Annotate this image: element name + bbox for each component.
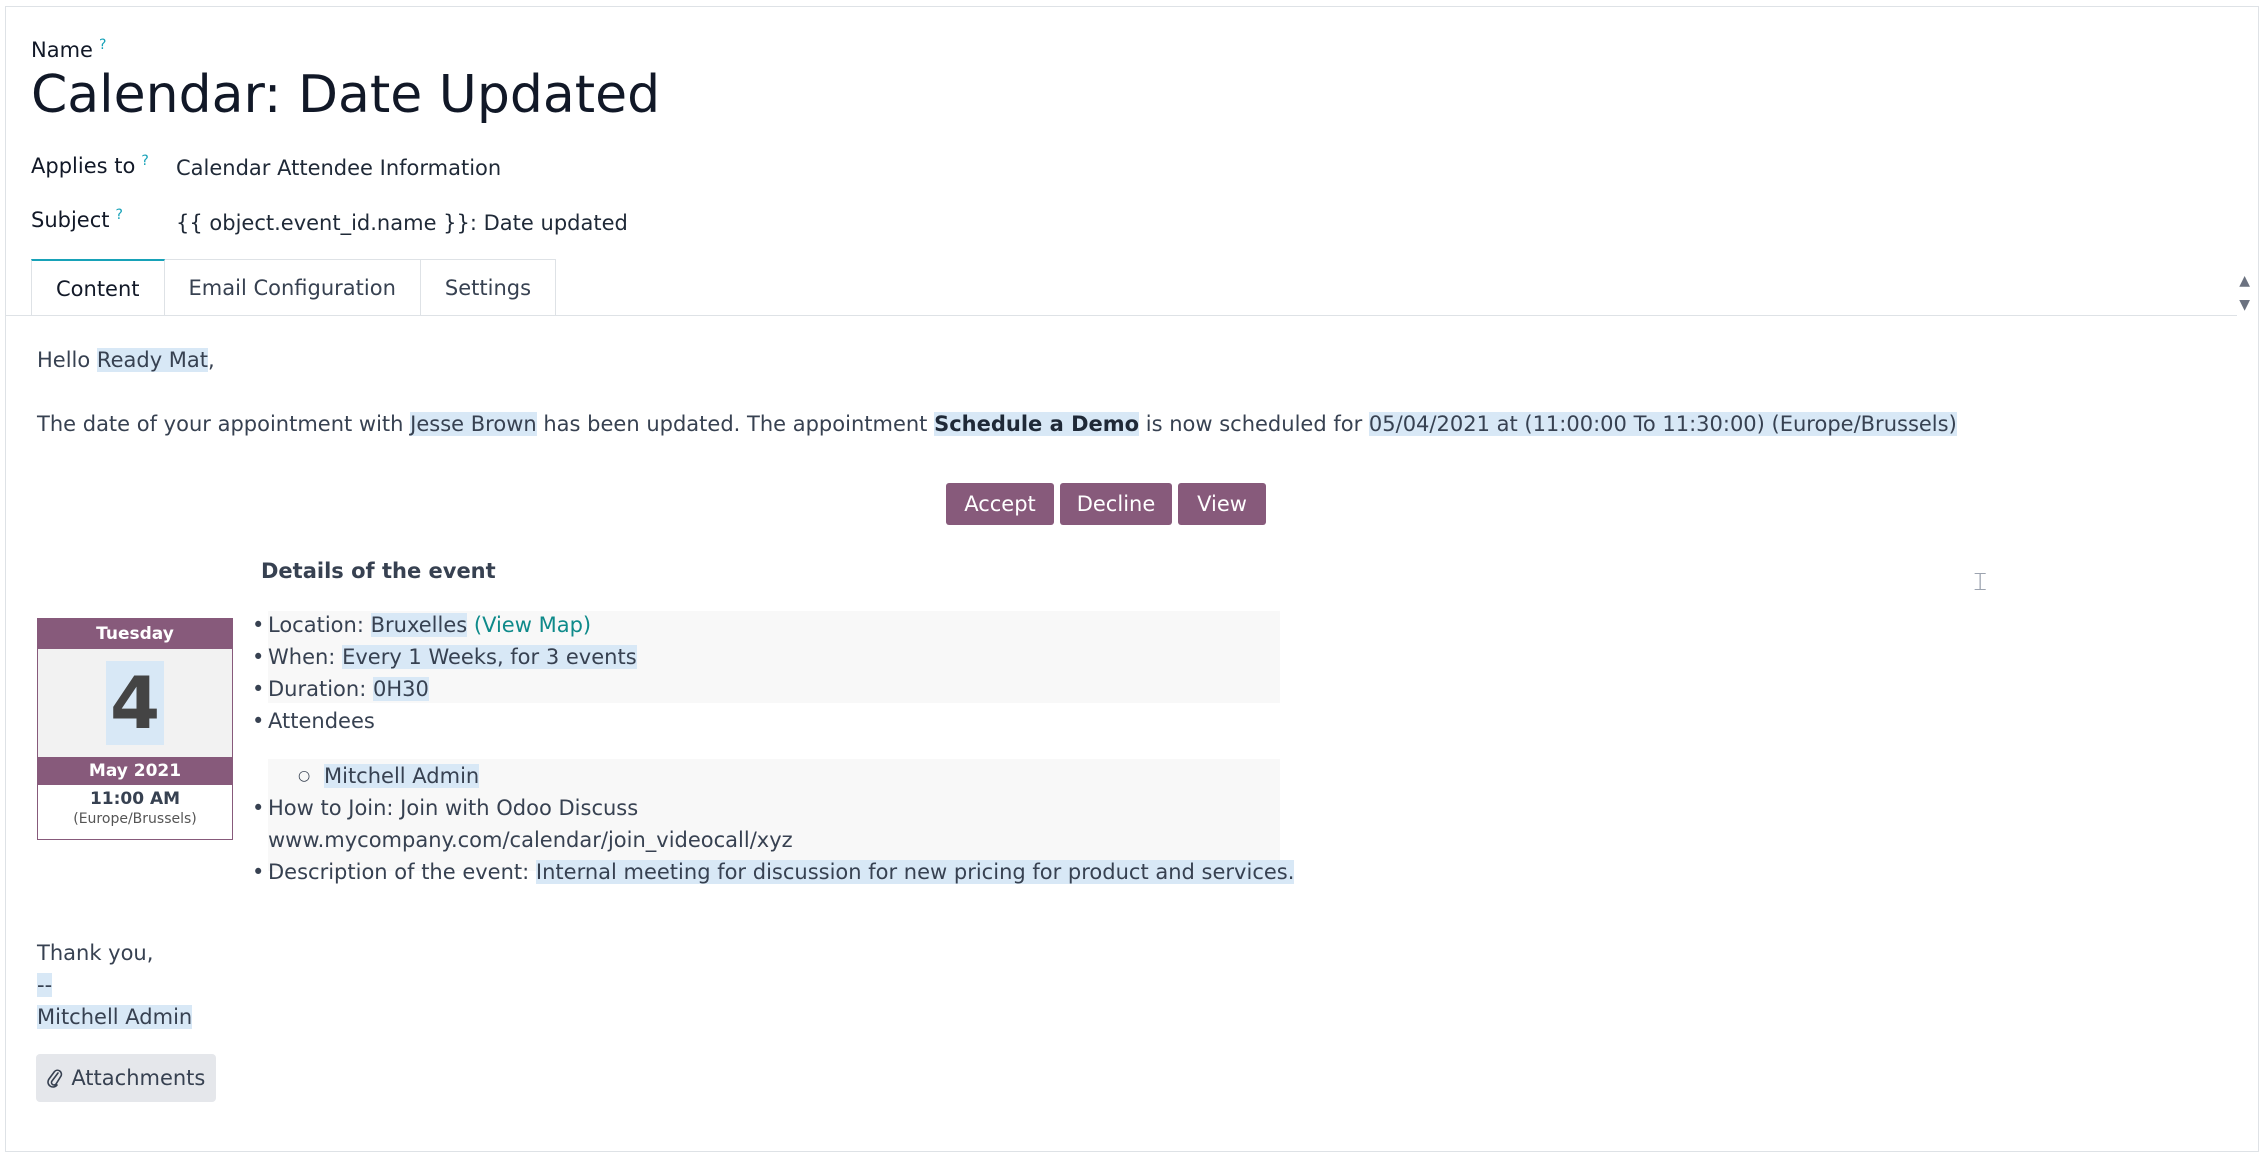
appointment-placeholder: Schedule a Demo [934, 412, 1140, 436]
calendar-timezone: (Europe/Brussels) [73, 811, 197, 827]
attendee-item: ○ Mitchell Admin [298, 764, 480, 788]
help-icon[interactable]: ? [99, 37, 106, 53]
editor-scrollbar[interactable]: ▲ ▼ [2239, 269, 2250, 317]
list-item-attendees: • Attendees [252, 709, 375, 733]
list-item-location: • Location: Bruxelles (View Map) [252, 613, 592, 637]
tab-email-configuration[interactable]: Email Configuration [164, 259, 421, 315]
list-item-join: • How to Join: Join with Odoo Discuss [252, 796, 639, 820]
list-item-when: • When: Every 1 Weeks, for 3 events [252, 645, 637, 669]
accept-button[interactable]: Accept [946, 483, 1054, 525]
calendar-weekday: Tuesday [38, 619, 232, 649]
name-label: Name? [31, 37, 107, 62]
join-videocall-link[interactable]: www.mycompany.com/calendar/join_videocal… [268, 828, 793, 852]
help-icon[interactable]: ? [116, 207, 123, 223]
organizer-placeholder: Jesse Brown [410, 412, 537, 436]
list-item-duration: • Duration: 0H30 [252, 677, 429, 701]
subject-value[interactable]: {{ object.event_id.name }}: Date updated [176, 211, 628, 235]
schedule-placeholder: 05/04/2021 at (11:00:00 To 11:30:00) (Eu… [1368, 412, 1957, 436]
details-heading: Details of the event [261, 559, 496, 583]
signature: Mitchell Admin [37, 1005, 193, 1029]
applies-value[interactable]: Calendar Attendee Information [176, 156, 501, 180]
tab-divider [6, 315, 2237, 316]
applies-label: Applies to? [31, 153, 149, 178]
view-map-link[interactable]: (View Map) [474, 613, 591, 637]
template-name[interactable]: Calendar: Date Updated [31, 65, 660, 125]
view-button[interactable]: View [1178, 483, 1266, 525]
calendar-day: 4 [38, 649, 232, 757]
closing-text[interactable]: Thank you, [37, 941, 153, 965]
greeting[interactable]: Hello Ready Mat, [37, 348, 215, 372]
calendar-month-year: May 2021 [38, 757, 232, 785]
help-icon[interactable]: ? [141, 153, 148, 169]
paperclip-icon [46, 1069, 62, 1088]
tab-bar: Content Email Configuration Settings [31, 259, 557, 315]
signature-separator: -- [37, 973, 53, 997]
subject-label: Subject? [31, 207, 123, 232]
text-cursor-icon: 𝙸 [1971, 567, 1990, 597]
attachments-button[interactable]: Attachments [36, 1054, 216, 1102]
form-sheet: Name? Calendar: Date Updated Applies to?… [5, 6, 2259, 1152]
list-item-description: • Description of the event: Internal mee… [252, 860, 1295, 884]
calendar-time: 11:00 AM [89, 789, 181, 809]
update-message[interactable]: The date of your appointment with Jesse … [37, 412, 1957, 436]
scroll-up-icon[interactable]: ▲ [2239, 269, 2250, 293]
calendar-card: Tuesday 4 May 2021 11:00 AM (Europe/Brus… [37, 618, 233, 840]
recipient-placeholder: Ready Mat [96, 348, 209, 372]
scroll-down-icon[interactable]: ▼ [2239, 293, 2250, 317]
tab-content[interactable]: Content [31, 259, 165, 315]
decline-button[interactable]: Decline [1060, 483, 1172, 525]
tab-settings[interactable]: Settings [420, 259, 557, 315]
